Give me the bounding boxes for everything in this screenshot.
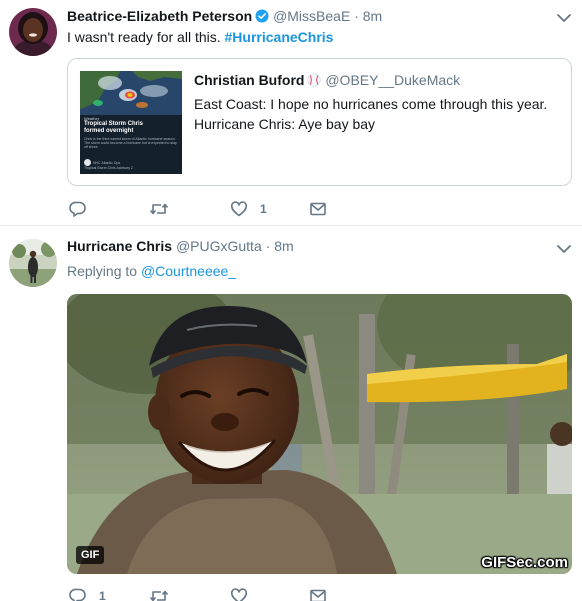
thumbnail-footer-text: Tropical Storm Chris Advisory 2 (84, 166, 133, 170)
quoted-tweet-thumbnail[interactable]: Weather Tropical Storm Chris formed over… (80, 71, 182, 174)
avatar[interactable] (9, 239, 57, 287)
reply-count: 1 (99, 589, 106, 601)
retweet-button[interactable] (149, 199, 181, 219)
baseball-emoji-icon (307, 73, 322, 91)
tweet-header: Hurricane Chris @PUGxGutta · 8m (67, 237, 294, 255)
mention-link[interactable]: @Courtneeee_ (141, 263, 236, 279)
avatar[interactable] (9, 8, 57, 56)
like-button[interactable] (230, 586, 260, 601)
separator-dot: · (265, 238, 271, 254)
thumbnail-headline: Tropical Storm Chris formed overnight (84, 121, 143, 135)
nhc-logo-icon (84, 159, 91, 166)
tweet[interactable]: Hurricane Chris @PUGxGutta · 8m Replying… (0, 227, 582, 601)
quoted-tweet-text-line2: Hurricane Chris: Aye bay bay (194, 116, 376, 132)
quoted-author-name[interactable]: Christian Buford (194, 72, 304, 88)
thumbnail-headline-line2: formed overnight (84, 128, 134, 134)
tweet-timestamp[interactable]: 8m (274, 238, 293, 254)
separator-dot: · (354, 8, 359, 24)
retweet-icon (149, 200, 169, 218)
chevron-down-icon[interactable] (556, 242, 572, 254)
envelope-icon (309, 200, 327, 218)
envelope-icon (309, 587, 327, 601)
retweet-icon (149, 587, 169, 601)
heart-icon (230, 200, 248, 218)
quoted-author-handle[interactable]: @OBEY__DukeMack (325, 72, 460, 88)
gif-frame-image (67, 294, 572, 574)
hashtag-link[interactable]: #HurricaneChris (225, 29, 334, 45)
like-count: 1 (260, 202, 267, 216)
replying-to-label: Replying to (67, 263, 138, 279)
like-button[interactable]: 1 (230, 199, 267, 219)
tweet[interactable]: Beatrice-Elizabeth Peterson @MissBeaE · … (0, 0, 582, 226)
author-handle[interactable]: @PUGxGutta (176, 238, 262, 254)
tweet-timestamp[interactable]: 8m (363, 8, 382, 24)
author-handle[interactable]: @MissBeaE (273, 8, 350, 24)
replying-to: Replying to @Courtneeee_ (67, 262, 236, 280)
tweet-actions: 1 (67, 199, 527, 219)
reply-icon (69, 200, 87, 218)
direct-message-button[interactable] (309, 586, 327, 601)
tweet-actions: 1 (67, 586, 527, 601)
thumbnail-footer: NHC Atlantic Ops Tropical Storm Chris Ad… (84, 159, 178, 170)
tweet-header: Beatrice-Elizabeth Peterson @MissBeaE · … (67, 7, 382, 27)
reply-icon (69, 587, 87, 601)
thumbnail-headline-line1: Tropical Storm Chris (84, 121, 144, 127)
thumbnail-source: NHC Atlantic Ops (93, 161, 121, 165)
verified-badge-icon (255, 9, 269, 27)
direct-message-button[interactable] (309, 199, 327, 219)
chevron-down-icon[interactable] (556, 11, 572, 23)
quoted-tweet-header: Christian Buford @OBEY__DukeMack (194, 71, 460, 91)
thumbnail-body: Chris is the third named storm of Atlant… (84, 137, 177, 150)
reply-button[interactable]: 1 (69, 586, 106, 601)
gif-watermark: GIFSec.com (481, 554, 568, 571)
tweet-text: I wasn't ready for all this. #HurricaneC… (67, 28, 333, 46)
author-name[interactable]: Beatrice-Elizabeth Peterson (67, 8, 252, 24)
tweet-text-body: I wasn't ready for all this. (67, 29, 225, 45)
quoted-tweet-text-line1: East Coast: I hope no hurricanes come th… (194, 96, 548, 112)
quoted-tweet[interactable]: Weather Tropical Storm Chris formed over… (67, 58, 572, 186)
gif-media[interactable]: GIF GIFSec.com (67, 294, 572, 574)
retweet-button[interactable] (149, 586, 181, 601)
author-name[interactable]: Hurricane Chris (67, 238, 172, 254)
gif-badge: GIF (76, 546, 105, 564)
heart-icon (230, 587, 248, 601)
reply-button[interactable] (69, 199, 99, 219)
